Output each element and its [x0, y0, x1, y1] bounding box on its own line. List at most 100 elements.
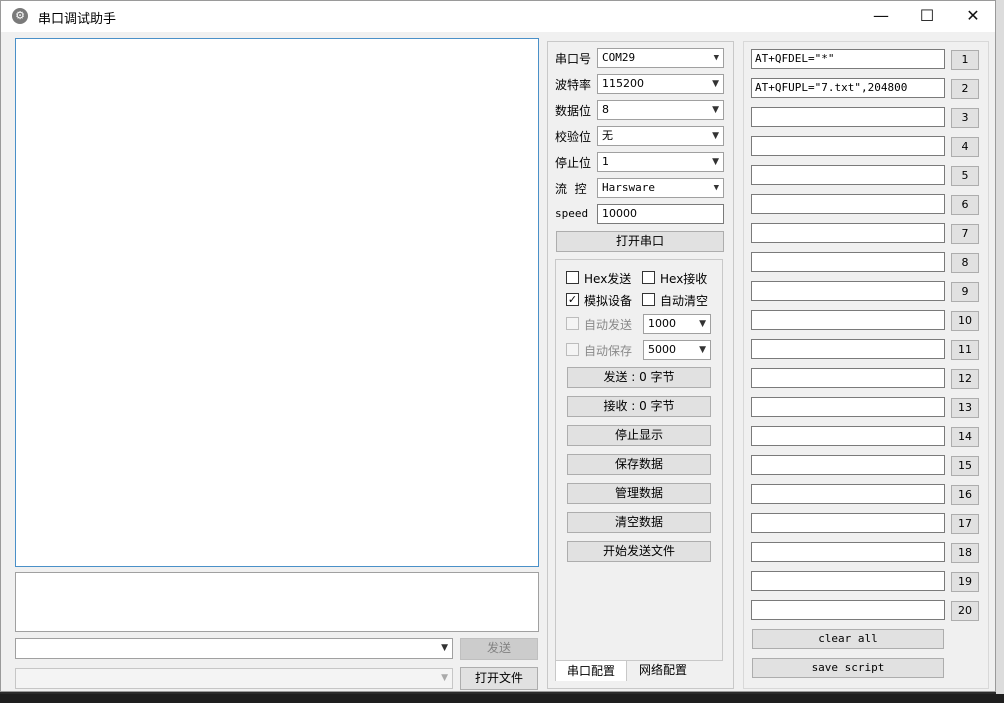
stopbits-value: 1 [602, 155, 609, 168]
script-input-1[interactable]: AT+QFDEL="*" [751, 49, 945, 69]
script-send-button-18[interactable]: 18 [951, 543, 979, 563]
script-send-button-2[interactable]: 2 [951, 79, 979, 99]
auto-save-interval-value: 5000 [648, 343, 676, 356]
script-send-button-15[interactable]: 15 [951, 456, 979, 476]
sent-bytes-button[interactable]: 发送 : 0 字节 [567, 367, 711, 388]
speed-label: speed [555, 207, 589, 220]
history-combobox[interactable]: ▼ [15, 638, 453, 659]
port-select[interactable]: COM29 ▼ [597, 48, 724, 68]
auto-send-checkbox[interactable] [566, 317, 579, 330]
chevron-down-icon: ▼ [712, 105, 719, 115]
baud-select[interactable]: 115200 ▼ [597, 74, 724, 94]
script-send-button-7[interactable]: 7 [951, 224, 979, 244]
script-send-button-12[interactable]: 12 [951, 369, 979, 389]
clear-data-button[interactable]: 清空数据 [567, 512, 711, 533]
script-send-button-20[interactable]: 20 [951, 601, 979, 621]
close-button[interactable]: ✕ [950, 1, 996, 32]
script-input-17[interactable] [751, 513, 945, 533]
auto-send-interval-value: 1000 [648, 317, 676, 330]
tab-network-config[interactable]: 网络配置 [627, 660, 699, 681]
file-path-combobox[interactable]: ▼ [15, 668, 453, 689]
auto-save-checkbox[interactable] [566, 343, 579, 356]
script-send-button-6[interactable]: 6 [951, 195, 979, 215]
chevron-down-icon: ▼ [713, 183, 719, 193]
chevron-down-icon: ▼ [441, 673, 448, 683]
script-input-18[interactable] [751, 542, 945, 562]
databits-select[interactable]: 8 ▼ [597, 100, 724, 120]
send-button[interactable]: 发送 [460, 638, 538, 660]
simulate-checkbox[interactable]: ✓ [566, 293, 579, 306]
speed-input[interactable]: 10000 [597, 204, 724, 224]
script-input-5[interactable] [751, 165, 945, 185]
stop-display-button[interactable]: 停止显示 [567, 425, 711, 446]
auto-clear-checkbox[interactable] [642, 293, 655, 306]
open-port-button[interactable]: 打开串口 [556, 231, 724, 252]
script-input-15[interactable] [751, 455, 945, 475]
chevron-down-icon: ▼ [712, 131, 719, 141]
script-input-19[interactable] [751, 571, 945, 591]
clear-all-button[interactable]: clear all [752, 629, 944, 649]
send-textarea[interactable] [15, 572, 539, 632]
port-value: COM29 [602, 51, 636, 64]
script-input-3[interactable] [751, 107, 945, 127]
save-data-button[interactable]: 保存数据 [567, 454, 711, 475]
check-icon: ✓ [567, 293, 578, 306]
script-input-2[interactable]: AT+QFUPL="7.txt",204800 [751, 78, 945, 98]
parity-label: 校验位 [555, 130, 592, 144]
databits-label: 数据位 [555, 104, 592, 118]
chevron-down-icon: ▼ [441, 643, 448, 653]
script-send-button-3[interactable]: 3 [951, 108, 979, 128]
tab-serial-config[interactable]: 串口配置 [555, 660, 627, 681]
parity-value: 无 [602, 129, 613, 142]
script-input-6[interactable] [751, 194, 945, 214]
script-input-10[interactable] [751, 310, 945, 330]
script-input-8[interactable] [751, 252, 945, 272]
script-send-button-17[interactable]: 17 [951, 514, 979, 534]
script-input-20[interactable] [751, 600, 945, 620]
auto-clear-label: 自动清空 [660, 294, 709, 308]
speed-value: 10000 [602, 207, 637, 220]
minimize-button[interactable]: — [858, 1, 904, 32]
script-input-13[interactable] [751, 397, 945, 417]
chevron-down-icon: ▼ [713, 53, 719, 63]
script-send-button-14[interactable]: 14 [951, 427, 979, 447]
parity-select[interactable]: 无 ▼ [597, 126, 724, 146]
window-title: 串口调试助手 [38, 12, 117, 27]
script-input-9[interactable] [751, 281, 945, 301]
save-script-button[interactable]: save script [752, 658, 944, 678]
baud-label: 波特率 [555, 78, 592, 92]
script-input-12[interactable] [751, 368, 945, 388]
manage-data-button[interactable]: 管理数据 [567, 483, 711, 504]
script-input-7[interactable] [751, 223, 945, 243]
hex-send-checkbox[interactable] [566, 271, 579, 284]
script-send-button-9[interactable]: 9 [951, 282, 979, 302]
databits-value: 8 [602, 103, 609, 116]
flow-select[interactable]: Harsware ▼ [597, 178, 724, 198]
script-send-button-1[interactable]: 1 [951, 50, 979, 70]
script-send-button-8[interactable]: 8 [951, 253, 979, 273]
script-send-button-5[interactable]: 5 [951, 166, 979, 186]
script-send-button-11[interactable]: 11 [951, 340, 979, 360]
script-input-16[interactable] [751, 484, 945, 504]
port-label: 串口号 [555, 52, 592, 66]
receive-textarea[interactable] [15, 38, 539, 567]
auto-send-interval-select[interactable]: 1000 ▼ [643, 314, 711, 334]
maximize-button[interactable]: ☐ [904, 1, 950, 32]
received-bytes-button[interactable]: 接收 : 0 字节 [567, 396, 711, 417]
script-input-14[interactable] [751, 426, 945, 446]
script-send-button-4[interactable]: 4 [951, 137, 979, 157]
open-file-button[interactable]: 打开文件 [460, 667, 538, 690]
auto-save-interval-select[interactable]: 5000 ▼ [643, 340, 711, 360]
flow-label: 流 控 [555, 182, 587, 196]
script-send-button-13[interactable]: 13 [951, 398, 979, 418]
script-send-button-10[interactable]: 10 [951, 311, 979, 331]
stopbits-select[interactable]: 1 ▼ [597, 152, 724, 172]
title-bar: ⚙ 串口调试助手 — ☐ ✕ [1, 1, 995, 32]
gear-icon: ⚙ [12, 8, 28, 24]
hex-recv-checkbox[interactable] [642, 271, 655, 284]
script-input-11[interactable] [751, 339, 945, 359]
script-send-button-19[interactable]: 19 [951, 572, 979, 592]
script-input-4[interactable] [751, 136, 945, 156]
script-send-button-16[interactable]: 16 [951, 485, 979, 505]
start-send-file-button[interactable]: 开始发送文件 [567, 541, 711, 562]
